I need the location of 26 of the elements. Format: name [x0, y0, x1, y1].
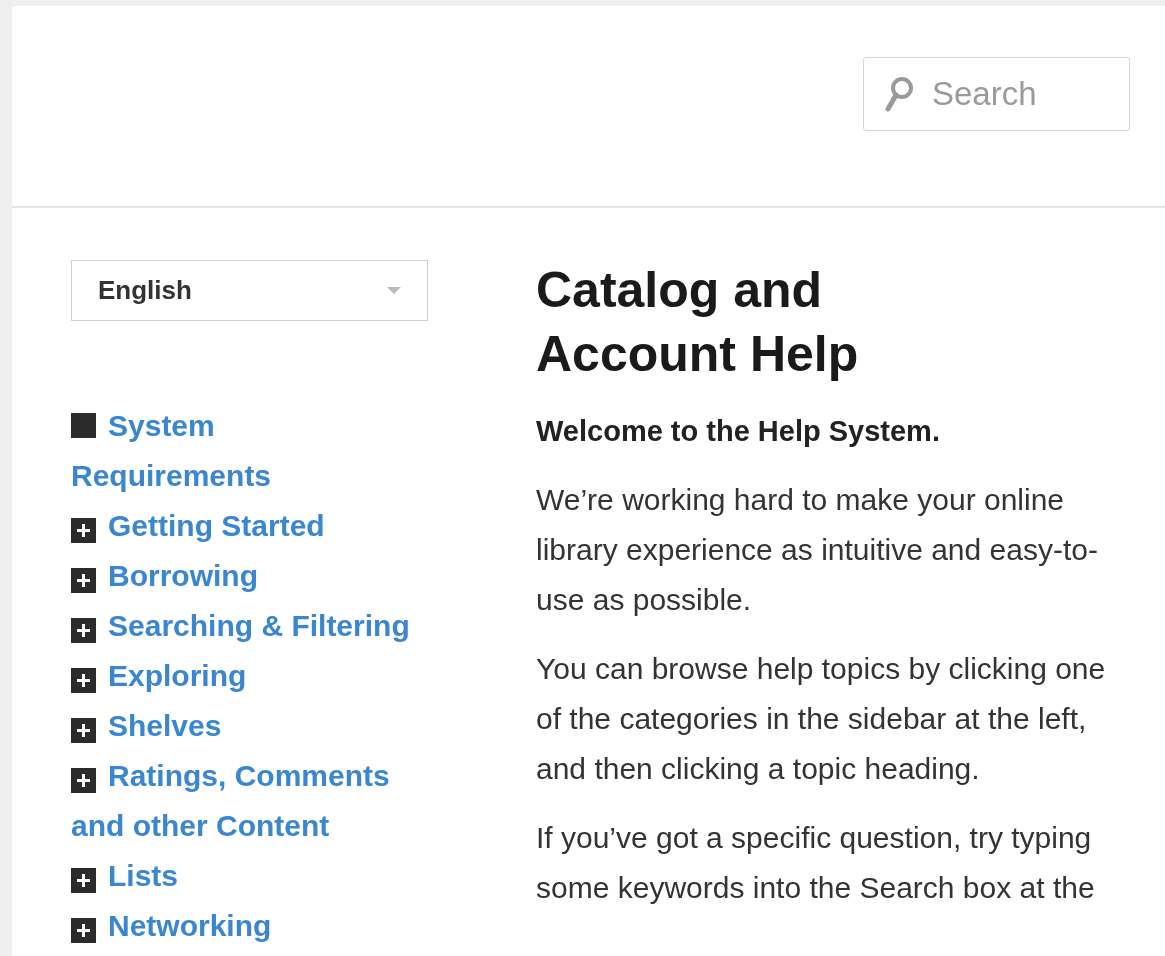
topic-link[interactable]: Exploring — [71, 651, 417, 701]
expand-icon[interactable] — [71, 668, 96, 693]
topic-link[interactable]: Searching & Filtering — [71, 601, 417, 651]
topic-link[interactable]: Lists — [71, 851, 417, 901]
expand-icon[interactable] — [71, 618, 96, 643]
topic-link[interactable]: System Requirements — [71, 401, 417, 501]
expand-icon[interactable] — [71, 718, 96, 743]
expand-icon[interactable] — [71, 518, 96, 543]
topic-link[interactable]: Borrowing — [71, 551, 417, 601]
expand-icon[interactable] — [71, 768, 96, 793]
dropdown-caret-icon — [387, 286, 401, 295]
topic-link[interactable]: Shelves — [71, 701, 417, 751]
topic-link[interactable]: Ratings, Comments and other Content — [71, 751, 417, 851]
paragraph: You can browse help topics by clicking one of the categories in the sidebar at the left, and then clicking a topic heading. — [536, 651, 1107, 787]
language-select[interactable]: English — [71, 260, 428, 321]
paragraph: If you’ve got a specific question, try typing some keywords into the Search box at the — [536, 820, 1096, 906]
search-field[interactable]: Search — [863, 57, 1130, 131]
topic-link[interactable]: Getting Started — [71, 501, 417, 551]
intro-text: Welcome to the Help System. — [536, 414, 941, 449]
search-icon — [884, 76, 914, 112]
expand-icon[interactable] — [71, 568, 96, 593]
expand-icon[interactable] — [71, 868, 96, 893]
paragraph: We’re working hard to make your online library experience as intuitive and easy-to-use as possible. — [536, 482, 1099, 618]
topic-link[interactable]: Networking — [71, 901, 417, 951]
page-title: Catalog and Account Help — [536, 261, 860, 384]
expand-icon[interactable] — [71, 918, 96, 943]
